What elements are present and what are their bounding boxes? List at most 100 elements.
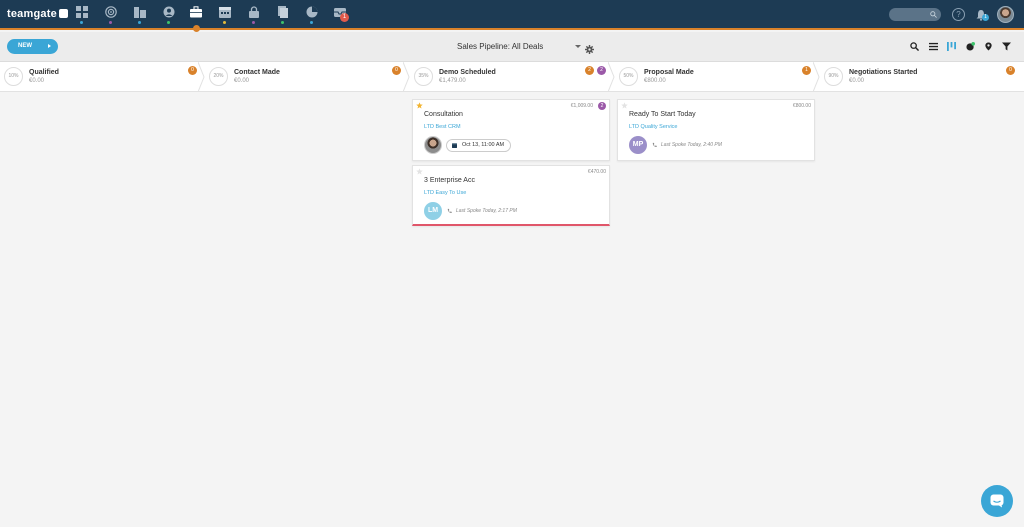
stage-amount: €1,479.00: [439, 78, 466, 84]
scheduled-activity-time: Oct 13, 11:00 AM: [462, 142, 505, 148]
last-spoke-text: Last Spoke Today, 2:40 PM: [661, 142, 722, 148]
notification-badge: 1: [982, 14, 989, 21]
board-view-button[interactable]: [947, 42, 956, 51]
star-outline-icon[interactable]: [416, 168, 423, 175]
star-outline-icon[interactable]: [621, 102, 628, 109]
forecast-button[interactable]: [966, 42, 975, 51]
target-icon[interactable]: [105, 6, 117, 18]
help-button[interactable]: ?: [952, 8, 965, 21]
caret-right-icon: [48, 44, 51, 48]
deal-company-link[interactable]: LTD Easy To Use: [424, 190, 466, 196]
deal-amount: €470.00: [587, 169, 606, 175]
stage-probability: 90%: [824, 67, 843, 86]
stage-name: Qualified: [29, 69, 59, 76]
stage-deal-count-badge: 1: [802, 66, 811, 75]
list-view-button[interactable]: [929, 42, 938, 51]
deal-owner-avatar[interactable]: [424, 136, 442, 154]
stage-amount: €0.00: [849, 78, 865, 84]
scheduled-activity-chip[interactable]: Oct 13, 11:00 AM: [446, 139, 512, 152]
dashboard-icon[interactable]: [76, 6, 88, 18]
phone-icon: [652, 142, 657, 148]
reports-icon[interactable]: [306, 6, 318, 18]
deal-company-link[interactable]: LTD Best CRM: [424, 124, 461, 130]
stage-name: Demo Scheduled: [439, 69, 496, 76]
nav-dot: [138, 21, 141, 24]
stage-name: Contact Made: [234, 69, 280, 76]
nav-dot: [281, 21, 284, 24]
nav-dot: [223, 21, 226, 24]
deal-owner-avatar[interactable]: LM: [424, 202, 442, 220]
deal-activity-badge: 2: [598, 102, 606, 110]
pipeline-title: Sales Pipeline: All Deals: [457, 42, 544, 51]
top-navigation-bar: teamgate 1 ? 1: [0, 0, 1024, 32]
deal-owner-avatar[interactable]: MP: [629, 136, 647, 154]
board-view-icon: [947, 42, 956, 51]
stage-qualified[interactable]: 10% Qualified €0.00 0: [0, 62, 205, 92]
stage-activity-count-badge: 2: [597, 66, 606, 75]
search-icon: [930, 11, 937, 18]
stage-amount: €0.00: [234, 78, 250, 84]
stage-deal-count-badge: 0: [392, 66, 401, 75]
stage-contact-made[interactable]: 20% Contact Made €0.00 0: [205, 62, 410, 92]
nav-dot: [167, 21, 170, 24]
stage-name: Negotiations Started: [849, 69, 918, 76]
stage-probability: 20%: [209, 67, 228, 86]
inbox-badge: 1: [340, 13, 349, 22]
stage-amount: €0.00: [29, 78, 45, 84]
nav-dot: [252, 21, 255, 24]
last-spoke-info: Last Spoke Today, 2:17 PM: [447, 208, 517, 214]
calendar-icon: [452, 143, 457, 148]
pipeline-dropdown-icon[interactable]: [575, 45, 581, 48]
people-icon[interactable]: [163, 6, 175, 18]
lock-icon[interactable]: [248, 6, 260, 18]
stage-amount: €800.00: [644, 78, 666, 84]
deal-amount: €1,009.00: [570, 103, 593, 109]
help-icon: ?: [956, 10, 961, 19]
filter-icon: [1002, 42, 1011, 51]
pipeline-toolbar: NEW Sales Pipeline: All Deals: [0, 32, 1024, 62]
deals-icon[interactable]: [190, 6, 202, 18]
search-icon: [910, 42, 919, 51]
deal-title[interactable]: 3 Enterprise Acc: [424, 177, 475, 184]
stage-probability: 10%: [4, 67, 23, 86]
gear-icon: [585, 45, 594, 54]
deal-card-ready-to-start-today[interactable]: €800.00 Ready To Start Today LTD Quality…: [617, 99, 815, 161]
stage-demo-scheduled[interactable]: 35% Demo Scheduled €1,479.00 2 2: [410, 62, 615, 92]
new-deal-button[interactable]: NEW: [7, 39, 58, 54]
nav-active-marker: [193, 25, 200, 32]
chat-icon: [990, 494, 1004, 508]
filter-button[interactable]: [1002, 42, 1011, 51]
stage-name: Proposal Made: [644, 69, 694, 76]
last-spoke-info: Last Spoke Today, 2:40 PM: [652, 142, 722, 148]
teamgate-logo[interactable]: teamgate: [7, 8, 68, 20]
deal-card-consultation[interactable]: €1,009.00 2 Consultation LTD Best CRM Oc…: [412, 99, 610, 161]
deal-amount: €800.00: [792, 103, 811, 109]
logo-mark-icon: [58, 9, 68, 18]
stage-deal-count-badge: 0: [1006, 66, 1015, 75]
calendar-icon[interactable]: [219, 6, 231, 18]
deal-card-3-enterprise-acc[interactable]: €470.00 3 Enterprise Acc LTD Easy To Use…: [412, 165, 610, 226]
stage-probability: 35%: [414, 67, 433, 86]
stage-proposal-made[interactable]: 50% Proposal Made €800.00 1: [615, 62, 820, 92]
last-spoke-text: Last Spoke Today, 2:17 PM: [456, 208, 517, 214]
search-button[interactable]: [910, 42, 919, 51]
stage-probability: 50%: [619, 67, 638, 86]
global-search-input[interactable]: [889, 8, 941, 21]
map-view-button[interactable]: [984, 42, 993, 51]
documents-icon[interactable]: [277, 6, 289, 18]
star-filled-icon[interactable]: [416, 102, 423, 109]
companies-icon[interactable]: [134, 6, 146, 18]
deal-title[interactable]: Ready To Start Today: [629, 111, 696, 118]
stage-deal-count-badge: 2: [585, 66, 594, 75]
stage-negotiations-started[interactable]: 90% Negotiations Started €0.00 0: [820, 62, 1024, 92]
nav-dot: [80, 21, 83, 24]
pipeline-stages-header: 10% Qualified €0.00 0 20% Contact Made €…: [0, 62, 1024, 92]
forecast-icon: [966, 42, 975, 51]
user-avatar[interactable]: [997, 6, 1014, 23]
stage-deal-count-badge: 0: [188, 66, 197, 75]
deal-company-link[interactable]: LTD Quality Service: [629, 124, 678, 130]
new-button-label: NEW: [18, 43, 32, 49]
deal-title[interactable]: Consultation: [424, 111, 463, 118]
live-chat-button[interactable]: [981, 485, 1013, 517]
pipeline-settings-button[interactable]: [585, 41, 594, 54]
